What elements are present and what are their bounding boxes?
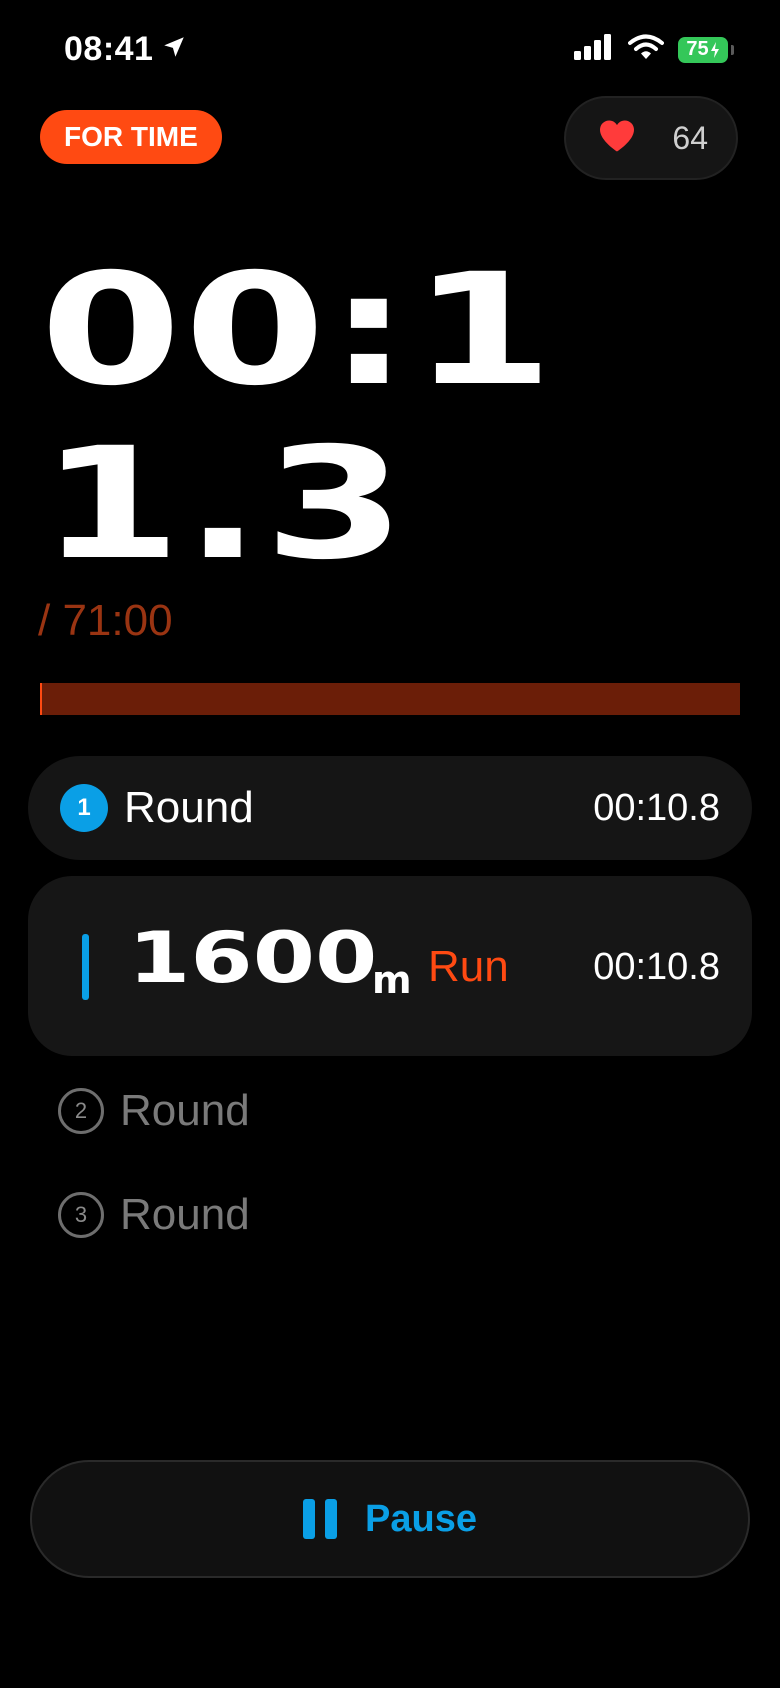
- round-2-row[interactable]: 2 Round: [58, 1086, 250, 1136]
- round-3-row[interactable]: 3 Round: [58, 1190, 250, 1240]
- battery-charging-icon: 75: [678, 36, 734, 63]
- status-bar-time: 08:41: [64, 30, 187, 69]
- round-1-label: Round: [124, 783, 254, 832]
- exercise-name: Run: [428, 942, 509, 991]
- wifi-icon: [628, 34, 664, 65]
- location-arrow-icon: [161, 30, 187, 69]
- cellular-signal-icon: [574, 34, 614, 65]
- workout-mode-badge: FOR TIME: [40, 110, 222, 164]
- time-progress-fill: [40, 683, 43, 715]
- heart-rate-indicator[interactable]: 64: [564, 96, 738, 180]
- round-1-row[interactable]: 1 Round 00:10.8: [28, 756, 752, 860]
- current-exercise-card[interactable]: 1600 m Run 00:10.8: [28, 876, 752, 1056]
- round-1-time: 00:10.8: [593, 786, 720, 829]
- round-3-number-badge: 3: [58, 1192, 104, 1238]
- round-1-number-badge: 1: [60, 784, 108, 832]
- pause-icon: [303, 1499, 338, 1539]
- round-2-number-badge: 2: [58, 1088, 104, 1134]
- pause-button-label: Pause: [365, 1497, 477, 1540]
- round-2-label: Round: [120, 1086, 250, 1135]
- round-3-label: Round: [120, 1190, 250, 1239]
- elapsed-timer: 00:11.3: [40, 241, 557, 594]
- current-exercise-indicator: [82, 934, 89, 1000]
- status-bar-indicators: 75: [574, 34, 734, 65]
- exercise-time: 00:10.8: [593, 946, 720, 988]
- heart-rate-value: 64: [672, 119, 708, 156]
- heart-icon: [598, 119, 636, 158]
- exercise-unit: m: [372, 958, 412, 1002]
- battery-level: 75: [686, 38, 709, 60]
- time-progress-bar: [40, 683, 740, 715]
- exercise-quantity: 1600: [128, 917, 378, 999]
- workout-mode-label: FOR TIME: [64, 121, 198, 152]
- clock-label: 08:41: [64, 30, 154, 68]
- time-limit-label: / 71:00: [38, 596, 173, 645]
- pause-button[interactable]: Pause: [30, 1460, 750, 1578]
